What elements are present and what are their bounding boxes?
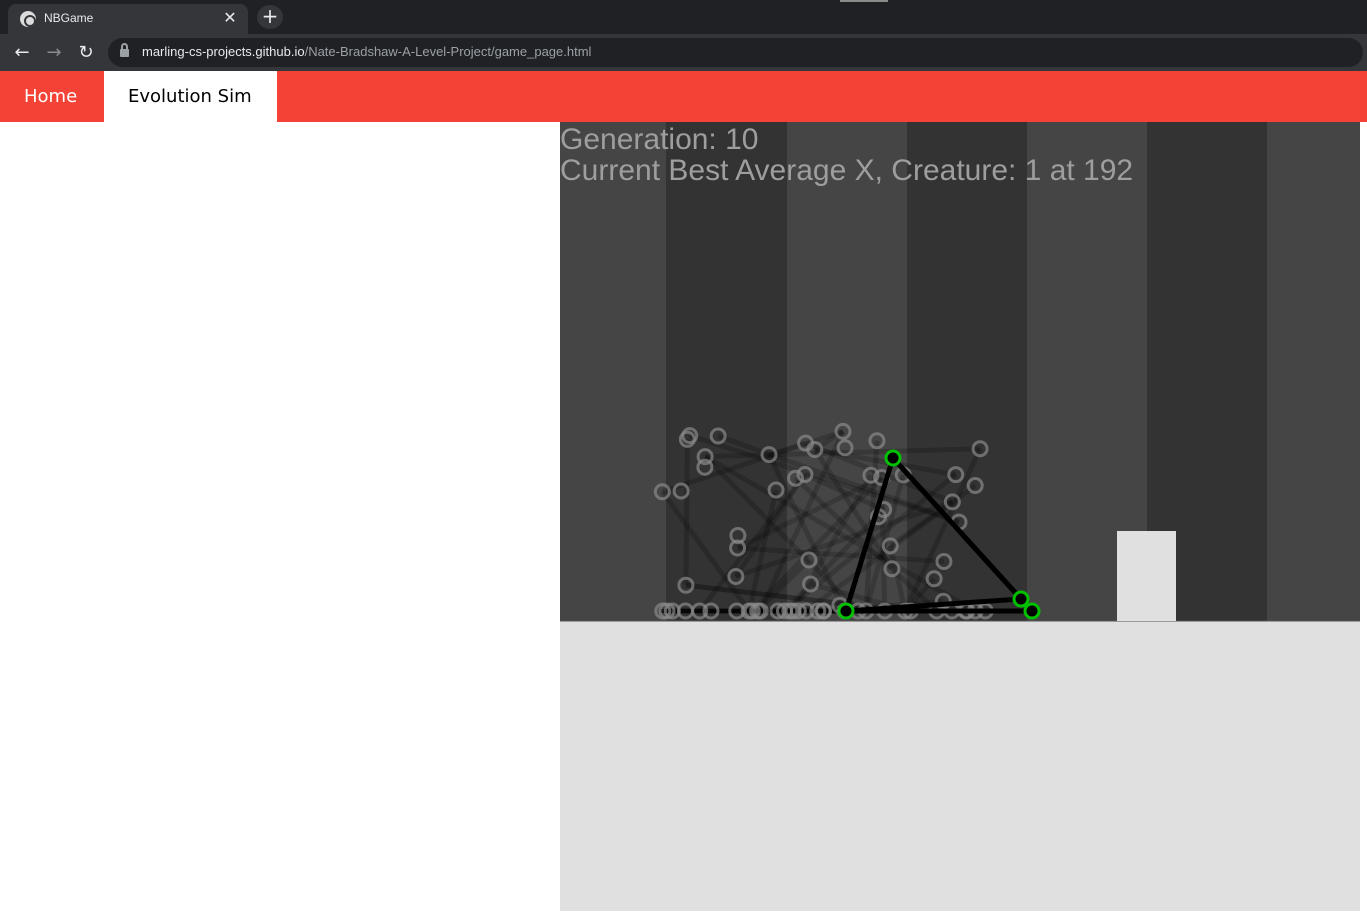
- tab-title: NBGame: [44, 11, 94, 25]
- window-drag-indicator: [840, 0, 888, 2]
- creature-node: [884, 449, 902, 467]
- best-creature-label: Current Best Average X, Creature: 1 at 1…: [560, 154, 1134, 187]
- url-text[interactable]: marling-cs-projects.github.io/Nate-Brads…: [142, 44, 591, 59]
- background-stripe: [907, 122, 1027, 621]
- browser-tab-strip: NBGame ✕ +: [0, 0, 1367, 34]
- hud-text: Generation: 10 Current Best Average X, C…: [560, 124, 1133, 186]
- ground: [560, 621, 1360, 911]
- url-path: /Nate-Bradshaw-A-Level-Project/game_page…: [304, 44, 592, 59]
- site-nav-bar: Home Evolution Sim: [0, 71, 1367, 122]
- background-stripe: [1267, 122, 1360, 621]
- creature-node: [1012, 590, 1030, 608]
- nav-evolution-sim-link[interactable]: Evolution Sim: [104, 71, 277, 122]
- browser-toolbar: ← → ↻ marling-cs-projects.github.io/Nate…: [0, 34, 1367, 71]
- new-tab-button[interactable]: +: [257, 5, 283, 29]
- back-button[interactable]: ←: [10, 41, 34, 65]
- ghost-muscle: [683, 439, 690, 586]
- game-canvas[interactable]: Generation: 10 Current Best Average X, C…: [560, 122, 1360, 911]
- close-tab-icon[interactable]: ✕: [220, 8, 240, 28]
- browser-tab[interactable]: NBGame ✕: [8, 4, 248, 34]
- site-favicon-icon: [20, 11, 36, 27]
- lock-icon[interactable]: [120, 43, 129, 58]
- forward-button[interactable]: →: [42, 41, 66, 65]
- creature-node: [837, 602, 855, 620]
- creature-node: [1023, 602, 1041, 620]
- background-stripes: [560, 122, 1360, 621]
- reload-button[interactable]: ↻: [74, 41, 98, 65]
- address-bar[interactable]: marling-cs-projects.github.io/Nate-Brads…: [108, 38, 1363, 67]
- url-host: marling-cs-projects.github.io: [142, 44, 305, 59]
- goal-block: [1117, 531, 1176, 621]
- nav-home-link[interactable]: Home: [0, 71, 104, 122]
- background-stripe: [560, 122, 666, 621]
- simulation-scene: [560, 122, 1360, 911]
- generation-label: Generation: 10: [560, 123, 759, 156]
